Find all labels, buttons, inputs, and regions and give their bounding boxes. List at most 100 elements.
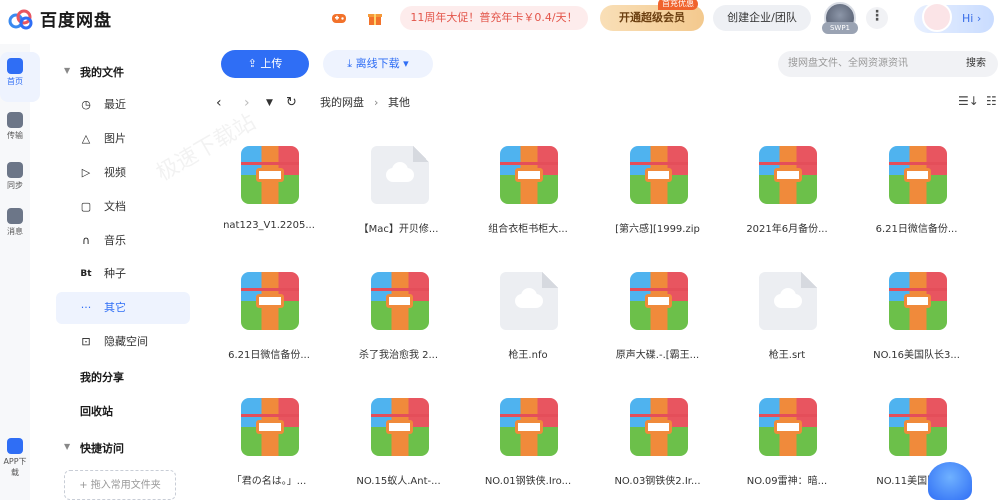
unknown-file-icon [370, 146, 429, 204]
sidebar-item-bt[interactable]: Bt 种子 [56, 258, 190, 290]
collapse-caret-icon[interactable]: ▼ [64, 442, 70, 451]
sort-icon[interactable]: ☰↓ [958, 94, 979, 108]
rail-item-transfer[interactable]: 传输 [0, 112, 30, 141]
rail-item-label: 同步 [7, 181, 23, 190]
create-team-button[interactable]: 创建企业/团队 [713, 5, 811, 31]
file-item[interactable]: 枪王.nfo [464, 254, 592, 374]
file-name: 枪王.srt [768, 350, 806, 361]
baidu-cloud-logo-icon [8, 8, 34, 30]
rail-item-messages[interactable]: 消息 [0, 208, 30, 237]
file-item[interactable]: 「君の名は。」... [205, 380, 333, 500]
home-cloud-icon [7, 58, 23, 74]
sidebar-item-label: 最近 [104, 98, 126, 111]
rail-item-label: 传输 [7, 131, 23, 140]
file-name: NO.03钢铁侠2.Ir... [614, 476, 701, 487]
lock-icon: ⊡ [81, 335, 91, 348]
file-name: 组合衣柜书柜大... [488, 224, 568, 235]
rail-item-label: 消息 [7, 227, 23, 236]
zip-archive-icon [759, 398, 817, 456]
file-item[interactable]: 6.21日微信备份... [853, 128, 981, 248]
file-name: [第六感][1999.zip [615, 224, 700, 235]
sidebar-item-video[interactable]: ▷ 视频 [56, 157, 190, 189]
zip-archive-icon [241, 272, 299, 330]
zip-archive-icon [888, 398, 947, 456]
file-name: NO.09雷神：暗... [746, 476, 828, 487]
zip-archive-icon [370, 398, 429, 456]
file-item[interactable]: NO.03钢铁侠2.Ir... [594, 380, 722, 500]
sidebar-item-images[interactable]: △ 图片 [56, 123, 190, 155]
logo[interactable]: 百度网盘 [8, 6, 112, 31]
sidebar-item-label: 音乐 [104, 234, 126, 247]
add-quick-folder-dropzone[interactable]: + 拖入常用文件夹 [64, 470, 176, 500]
sidebar-item-hidden-space[interactable]: ⊡ 隐藏空间 [56, 326, 190, 358]
rail-item-home[interactable]: 首页 [0, 58, 30, 87]
rail-item-app-download[interactable]: APP下载 [0, 438, 30, 478]
left-nav-rail: 首页 传输 同步 消息 APP下载 [0, 44, 40, 500]
search-input[interactable]: 搜网盘文件、全网资源资讯 [778, 51, 998, 77]
file-item[interactable]: 枪王.srt [723, 254, 851, 374]
file-item[interactable]: 2021年6月备份... [723, 128, 851, 248]
top-header: 百度网盘 11周年大促！普充年卡￥0.4/天！ 开通超级会员 首充优惠 创建企业… [0, 0, 1000, 38]
upload-button[interactable]: ⇪ 上传 [221, 50, 309, 78]
unknown-file-icon [500, 272, 558, 330]
sync-icon [7, 162, 23, 178]
refresh-icon[interactable]: ↻ [286, 92, 297, 114]
file-item[interactable]: 6.21日微信备份... [205, 254, 333, 374]
file-name: 2021年6月备份... [746, 224, 828, 235]
sidebar-item-music[interactable]: ∩ 音乐 [56, 225, 190, 257]
file-item[interactable]: NO.15蚁人.Ant-... [335, 380, 463, 500]
sidebar-item-label: 种子 [104, 267, 126, 280]
file-item[interactable]: NO.09雷神：暗... [723, 380, 851, 500]
file-item[interactable]: nat123_V1.2205... [205, 128, 333, 248]
promo-banner[interactable]: 11周年大促！普充年卡￥0.4/天！ [400, 6, 588, 30]
zip-archive-icon [629, 272, 688, 330]
rail-item-sync[interactable]: 同步 [0, 162, 30, 191]
back-arrow-icon[interactable]: ‹ [216, 92, 222, 114]
history-dropdown-icon[interactable]: ▼ [266, 92, 273, 114]
collapse-caret-icon[interactable]: ▼ [64, 66, 70, 75]
file-name: 6.21日微信备份... [228, 350, 310, 361]
list-view-icon[interactable]: ☷ [986, 94, 997, 108]
zip-archive-icon [241, 398, 299, 456]
app-download-icon [7, 438, 23, 454]
file-item[interactable]: 【Mac】开贝修... [335, 128, 463, 248]
upload-label: 上传 [260, 57, 283, 70]
file-name: 枪王.nfo [508, 350, 548, 361]
chevron-down-icon: ▾ [399, 57, 409, 70]
unknown-file-icon [759, 272, 817, 330]
file-item[interactable]: NO.01钢铁侠.Iro... [464, 380, 592, 500]
gift-icon[interactable] [366, 9, 384, 27]
file-name: 原声大碟.-.[霸王... [615, 350, 700, 361]
file-name: NO.15蚁人.Ant-... [356, 476, 441, 487]
more-icon: ··· [80, 301, 92, 314]
zip-archive-icon [629, 146, 688, 204]
gamepad-icon[interactable] [330, 9, 348, 27]
sidebar-group-my-files[interactable]: 我的文件 [80, 64, 230, 80]
download-icon: ⤓ [347, 57, 356, 70]
sidebar-item-label: 视频 [104, 166, 126, 179]
zip-archive-icon [888, 272, 947, 330]
offline-download-button[interactable]: ⤓ 离线下载 ▾ [323, 50, 433, 78]
sidebar-item-label: 文档 [104, 200, 126, 213]
file-item[interactable]: 原声大碟.-.[霸王... [594, 254, 722, 374]
breadcrumb-root[interactable]: 我的网盘 [320, 92, 364, 114]
video-icon: ▷ [81, 166, 91, 179]
file-item[interactable]: [第六感][1999.zip [594, 128, 722, 248]
sidebar-item-documents[interactable]: ▢ 文档 [56, 191, 190, 223]
more-menu-button[interactable]: ⋮ [866, 7, 888, 29]
sidebar-item-other[interactable]: ··· 其它 [56, 292, 190, 324]
file-item[interactable]: 组合衣柜书柜大... [464, 128, 592, 248]
forward-arrow-icon[interactable]: › [244, 92, 250, 114]
avatar-level-badge: SWP1 [822, 22, 858, 34]
sidebar-item-recent[interactable]: ◷ 最近 [56, 89, 190, 121]
file-item[interactable]: 杀了我治愈我 2... [335, 254, 463, 374]
search-button[interactable]: 搜索 [966, 51, 986, 77]
file-item[interactable]: NO.16美国队长3... [853, 254, 981, 374]
sidebar-item-label: 图片 [104, 132, 126, 145]
sidebar: ▼ 我的文件 ◷ 最近 △ 图片 ▷ 视频 ▢ 文档 ∩ 音乐 Bt 种子 ··… [46, 44, 196, 500]
message-icon [7, 208, 23, 224]
upload-icon: ⇪ [247, 57, 261, 70]
floating-assistant-icon[interactable] [928, 462, 972, 500]
logo-text: 百度网盘 [40, 11, 112, 31]
zip-archive-icon [759, 146, 817, 204]
